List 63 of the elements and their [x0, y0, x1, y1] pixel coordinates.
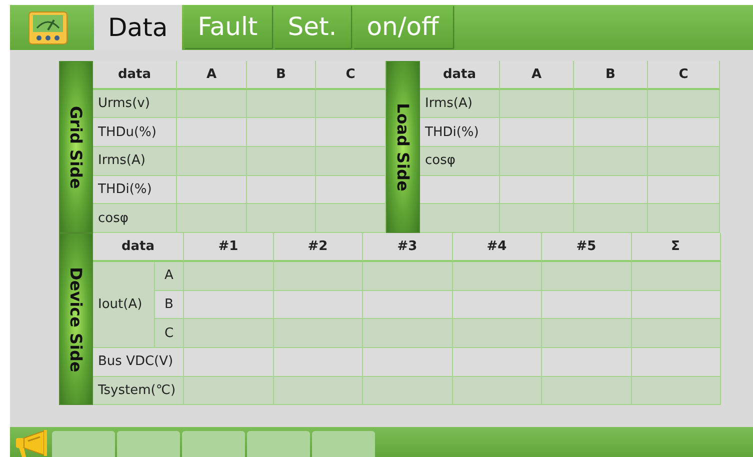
column-header: #4 — [452, 233, 542, 262]
table-cell — [648, 90, 720, 118]
row-label: Urms(v) — [93, 90, 177, 118]
table-cell — [177, 90, 247, 118]
table-cell — [247, 118, 316, 148]
table-cell — [247, 147, 316, 176]
tab[interactable]: on/off — [352, 5, 453, 48]
table-cell — [177, 204, 247, 234]
section-label: Device Side — [59, 233, 93, 406]
table-cell — [177, 176, 247, 204]
table-cell — [316, 204, 386, 234]
column-header: data — [93, 61, 177, 90]
status-slot[interactable] — [312, 431, 375, 457]
table-cell — [316, 176, 386, 204]
table-cell — [247, 204, 316, 234]
meter-icon — [28, 10, 68, 44]
row-label: Tsystem(℃) — [93, 376, 184, 406]
status-slot[interactable] — [52, 431, 115, 457]
column-header: Σ — [632, 233, 720, 262]
column-header: C — [316, 61, 386, 90]
table-cell — [648, 176, 720, 204]
column-header: A — [500, 61, 574, 90]
section-label: Load Side — [386, 61, 420, 234]
status-slot[interactable] — [247, 431, 310, 457]
table-cell — [648, 147, 720, 176]
row-label: Bus VDC(V) — [93, 348, 184, 377]
row-label: cosφ — [93, 204, 177, 234]
megaphone-icon[interactable] — [14, 429, 50, 457]
row-label: Irms(A) — [93, 147, 177, 176]
table-cell — [316, 147, 386, 176]
tab[interactable]: Set. — [274, 5, 351, 48]
table-cell — [316, 118, 386, 148]
column-header: data — [93, 233, 184, 262]
phase-label: C — [155, 319, 184, 348]
row-label: Iout(A) — [93, 262, 155, 348]
column-header: A — [177, 61, 247, 90]
table-cell — [177, 147, 247, 176]
row-label: THDi(%) — [420, 118, 500, 148]
table-cell — [247, 90, 316, 118]
column-header: #5 — [542, 233, 632, 262]
table-cell — [247, 176, 316, 204]
row-label: THDi(%) — [93, 176, 177, 204]
column-header: data — [420, 61, 500, 90]
table-cell — [177, 118, 247, 148]
table-cell — [316, 90, 386, 118]
phase-label: A — [155, 262, 184, 290]
column-header: B — [247, 61, 316, 90]
column-header: B — [574, 61, 648, 90]
status-slot[interactable] — [182, 431, 245, 457]
column-header: #3 — [363, 233, 452, 262]
tab[interactable]: Data — [94, 5, 182, 50]
table-cell — [648, 118, 720, 148]
tab[interactable]: Fault — [184, 5, 272, 48]
column-header: C — [648, 61, 720, 90]
table-cell — [648, 204, 720, 234]
phase-label: B — [155, 290, 184, 320]
status-slot[interactable] — [117, 431, 180, 457]
column-header: #1 — [184, 233, 274, 262]
row-label: Irms(A) — [420, 90, 500, 118]
section-label: Grid Side — [59, 61, 93, 234]
column-header: #2 — [274, 233, 363, 262]
row-label: cosφ — [420, 147, 500, 176]
row-label: THDu(%) — [93, 118, 177, 148]
